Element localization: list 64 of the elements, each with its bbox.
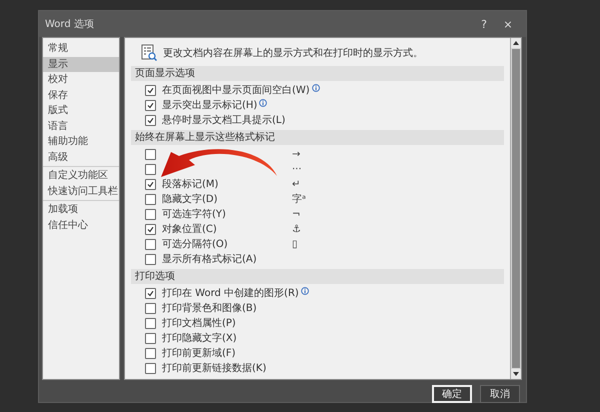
intro-text: 更改文档内容在屏幕上的显示方式和在打印时的显示方式。	[163, 46, 423, 60]
format-mark-symbol: ↵	[292, 178, 300, 190]
checkbox[interactable]	[145, 303, 156, 314]
option-label: 对象位置(C)	[162, 224, 218, 236]
scrollbar[interactable]	[510, 38, 521, 379]
sidebar-item[interactable]: 加载项	[43, 202, 119, 218]
option-label: 可选连字符(Y)	[162, 208, 227, 220]
dialog-button[interactable]: 取消	[480, 385, 520, 403]
scroll-up-icon[interactable]	[513, 41, 519, 45]
option-label: 在页面视图中显示页面间空白(W)	[162, 84, 310, 96]
sidebar-item[interactable]: 自定义功能区	[43, 168, 119, 184]
checkbox[interactable]	[145, 224, 156, 235]
checkbox[interactable]	[145, 348, 156, 359]
checkbox[interactable]	[145, 115, 156, 126]
sidebar-item[interactable]: 保存	[43, 88, 119, 103]
checkbox[interactable]	[145, 209, 156, 220]
sidebar-item[interactable]: 信任中心	[43, 218, 119, 233]
sidebar-item[interactable]: 语言	[43, 118, 119, 134]
checkbox[interactable]	[145, 164, 156, 175]
checkbox[interactable]	[145, 194, 156, 205]
option-label: 悬停时显示文档工具提示(L)	[162, 114, 286, 126]
sidebar-item[interactable]: 常规	[43, 41, 119, 56]
option-label: 可选分隔符(O)	[162, 238, 229, 250]
option-label: 打印背景色和图像(B)	[162, 302, 257, 314]
sidebar-item[interactable]: 版式	[43, 103, 119, 118]
option-label: 打印文档属性(P)	[162, 318, 236, 330]
checkbox[interactable]	[145, 363, 156, 374]
option-label: 隐藏文字(D)	[162, 194, 219, 206]
option-label: 显示突出显示标记(H)	[162, 100, 258, 112]
option-label: 段落标记(M)	[162, 178, 220, 190]
checkbox[interactable]	[145, 318, 156, 329]
section-header: 始终在屏幕上显示这些格式标记	[131, 130, 504, 145]
dialog-button[interactable]: 确定	[432, 385, 472, 403]
checkbox[interactable]	[145, 333, 156, 344]
sidebar-item[interactable]: 快速访问工具栏	[43, 184, 119, 199]
format-mark-symbol: ···	[292, 164, 302, 176]
section-header: 打印选项	[131, 269, 504, 284]
scroll-down-icon[interactable]	[513, 372, 519, 376]
format-mark-symbol: →	[292, 148, 300, 160]
format-mark-symbol: ⚓	[292, 224, 301, 236]
checkbox[interactable]	[145, 239, 156, 250]
checkbox[interactable]	[145, 149, 156, 160]
sidebar-item[interactable]: 辅助功能	[43, 134, 119, 150]
sidebar-item[interactable]: 校对	[43, 72, 119, 88]
format-mark-symbol: ¬	[292, 208, 300, 220]
option-label: 显示所有格式标记(A)	[162, 254, 257, 266]
format-mark-symbol: 字ᵃ	[292, 194, 306, 206]
checkbox[interactable]	[145, 85, 156, 96]
option-label: 打印前更新链接数据(K)	[162, 362, 266, 374]
checkbox[interactable]	[145, 288, 156, 299]
display-settings-icon	[141, 44, 157, 62]
option-label: 打印前更新域(F)	[162, 348, 236, 360]
sidebar-item[interactable]: 显示	[43, 56, 119, 72]
checkbox[interactable]	[145, 179, 156, 190]
option-label: 打印隐藏文字(X)	[162, 332, 237, 344]
help-button[interactable]: ?	[472, 18, 496, 30]
sidebar-item[interactable]: 高级	[43, 150, 119, 165]
checkbox[interactable]	[145, 100, 156, 111]
close-button[interactable]: ×	[496, 18, 520, 30]
option-label: 打印在 Word 中创建的图形(R)	[162, 288, 299, 300]
section-header: 页面显示选项	[131, 66, 504, 81]
format-mark-symbol: ▯	[292, 238, 298, 250]
window-title: Word 选项	[45, 18, 95, 31]
checkbox[interactable]	[145, 254, 156, 265]
